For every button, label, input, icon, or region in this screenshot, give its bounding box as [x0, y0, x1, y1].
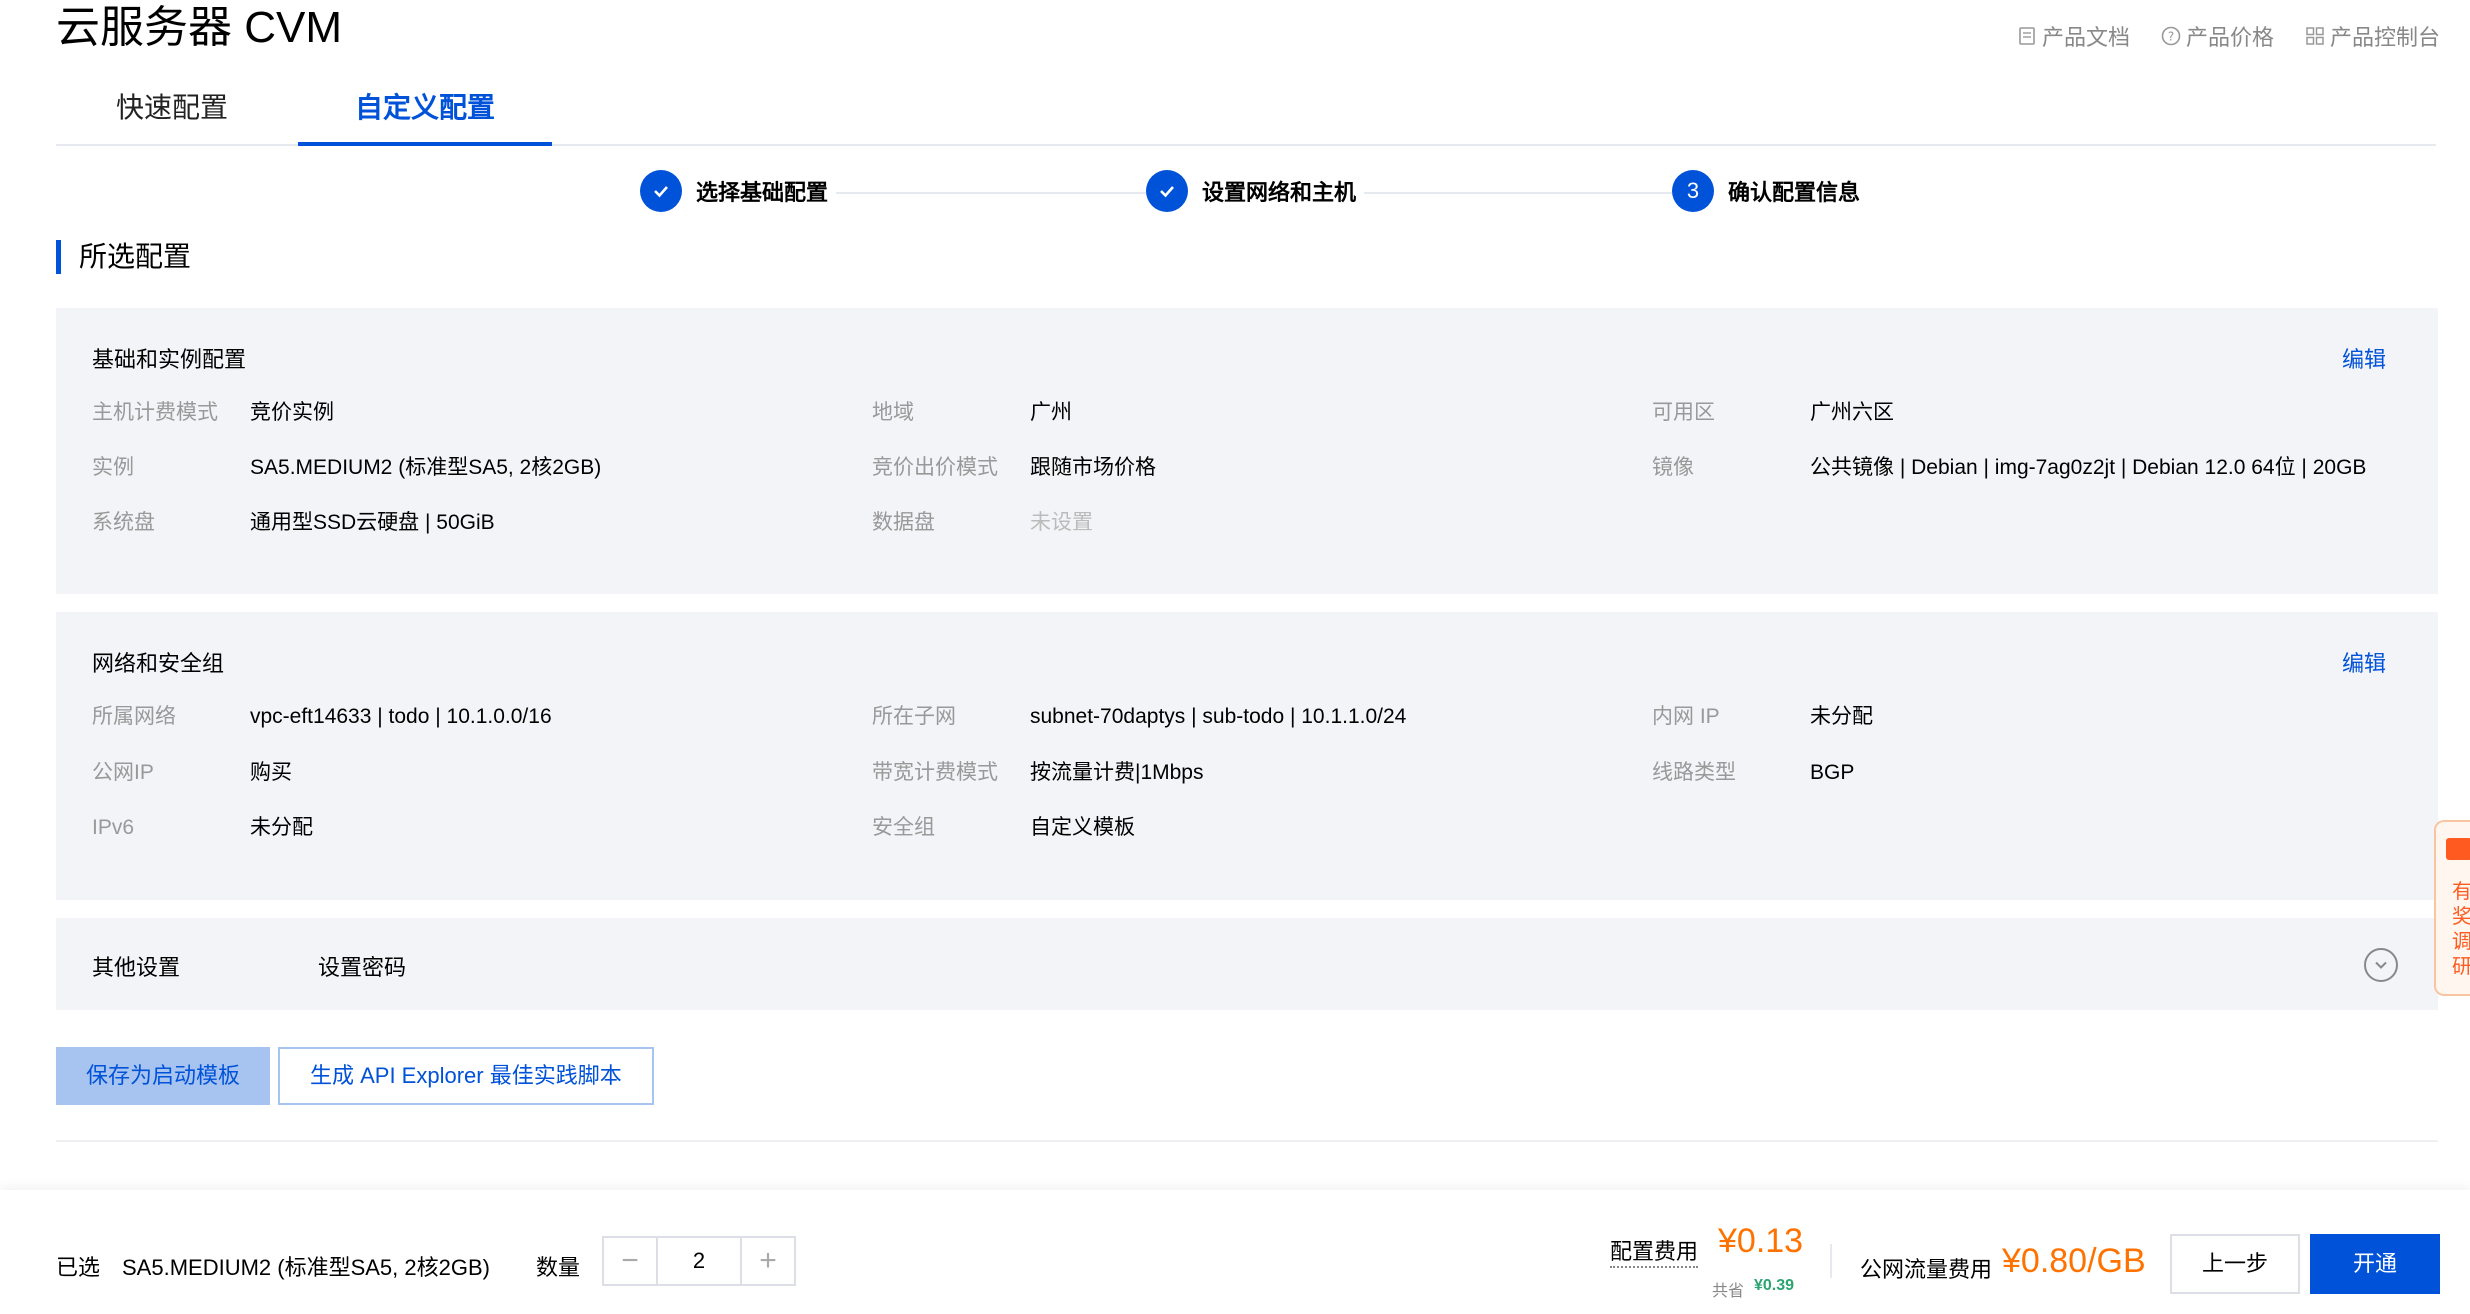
field-value: 竞价实例	[250, 401, 334, 424]
saving-value: ¥0.39	[1754, 1277, 1795, 1294]
pricing-link[interactable]: ? 产品价格	[2160, 20, 2274, 52]
api-explorer-button[interactable]: 生成 API Explorer 最佳实践脚本	[278, 1047, 654, 1105]
panel-title: 基础和实例配置	[92, 347, 247, 372]
price-separator	[1830, 1244, 1832, 1278]
config-row: 系统盘 通用型SSD云硬盘 | 50GiB 数据盘 未设置	[56, 506, 2438, 540]
field-value: 未分配	[250, 816, 313, 839]
traffic-fee-price: ¥0.80/GB	[2002, 1242, 2146, 1280]
quantity-label: 数量	[536, 1255, 581, 1280]
check-icon	[640, 170, 682, 212]
content-divider	[56, 1140, 2438, 1142]
config-row: IPv6 未分配 安全组 自定义模板	[56, 811, 2438, 845]
field-label: IPv6	[92, 816, 135, 839]
docs-link-label: 产品文档	[2041, 25, 2130, 50]
step-1: 选择基础配置	[640, 170, 837, 212]
field-value: subnet-70daptys | sub-todo | 10.1.1.0/24	[1030, 705, 1407, 728]
field-value: vpc-eft14633 | todo | 10.1.0.0/16	[250, 705, 552, 728]
panel-title: 网络和安全组	[92, 651, 225, 676]
config-tabs: 快速配置 自定义配置	[56, 80, 2436, 146]
tab-custom-config[interactable]: 自定义配置	[298, 80, 552, 146]
document-icon	[2019, 27, 2035, 45]
config-fee-label[interactable]: 配置费用	[1610, 1234, 1699, 1268]
field-value: SA5.MEDIUM2 (标准型SA5, 2核2GB)	[250, 456, 602, 479]
field-label: 竞价出价模式	[872, 456, 998, 479]
config-row: 主机计费模式 竞价实例 地域 广州 可用区 广州六区	[56, 396, 2438, 430]
plus-icon[interactable]: +	[742, 1238, 794, 1284]
field-value: 公共镜像 | Debian | img-7ag0z2jt | Debian 12…	[1810, 456, 2367, 479]
step-2-label: 设置网络和主机	[1202, 180, 1357, 205]
section-title: 所选配置	[56, 240, 191, 274]
selected-value: SA5.MEDIUM2 (标准型SA5, 2核2GB)	[122, 1255, 490, 1280]
field-value: 购买	[250, 761, 292, 784]
field-label: 公网IP	[92, 761, 154, 784]
edit-network-link[interactable]: 编辑	[2342, 646, 2386, 678]
prev-step-button[interactable]: 上一步	[2170, 1234, 2300, 1294]
network-security-panel: 网络和安全组 编辑 所属网络 vpc-eft14633 | todo | 10.…	[56, 612, 2438, 900]
field-label: 内网 IP	[1652, 705, 1720, 728]
quantity-input[interactable]: 2	[656, 1238, 742, 1284]
field-value: 通用型SSD云硬盘 | 50GiB	[250, 511, 495, 534]
other-settings-panel[interactable]: 其他设置 设置密码	[56, 918, 2438, 1010]
field-label: 数据盘	[872, 511, 935, 534]
field-value: 未分配	[1810, 705, 1873, 728]
step-3-label: 确认配置信息	[1728, 180, 1861, 205]
step-3: 3 确认配置信息	[1672, 170, 1869, 212]
check-icon	[1146, 170, 1188, 212]
saving-label: 共省	[1712, 1283, 1745, 1300]
field-label: 可用区	[1652, 401, 1715, 424]
field-label: 所属网络	[92, 705, 176, 728]
field-value: 跟随市场价格	[1030, 456, 1156, 479]
page-title: 云服务器 CVM	[56, 3, 342, 52]
header-links: 产品文档 ? 产品价格 产品控制台	[2016, 20, 2440, 52]
config-row: 所属网络 vpc-eft14633 | todo | 10.1.0.0/16 所…	[56, 700, 2438, 734]
field-value: 广州	[1030, 401, 1072, 424]
traffic-fee-label: 公网流量费用	[1860, 1257, 1993, 1282]
docs-link[interactable]: 产品文档	[2016, 20, 2130, 52]
chevron-down-icon[interactable]	[2364, 948, 2398, 982]
step-2: 设置网络和主机	[1146, 170, 1365, 212]
survey-side-text: 有奖调研	[2452, 881, 2470, 978]
field-label: 带宽计费模式	[872, 761, 998, 784]
console-link-label: 产品控制台	[2329, 25, 2440, 50]
field-value: 未设置	[1030, 511, 1093, 534]
config-row: 实例 SA5.MEDIUM2 (标准型SA5, 2核2GB) 竞价出价模式 跟随…	[56, 451, 2438, 485]
console-link[interactable]: 产品控制台	[2304, 20, 2440, 52]
save-template-button[interactable]: 保存为启动模板	[56, 1047, 271, 1105]
field-value: BGP	[1810, 761, 1855, 784]
field-label: 主机计费模式	[92, 401, 218, 424]
basic-config-panel: 基础和实例配置 编辑 主机计费模式 竞价实例 地域 广州 可用区 广州六区 实例…	[56, 308, 2438, 594]
step-1-label: 选择基础配置	[696, 180, 829, 205]
minus-icon[interactable]: −	[604, 1238, 656, 1284]
field-label: 所在子网	[872, 705, 956, 728]
field-label: 系统盘	[92, 511, 155, 534]
selected-label: 已选	[56, 1255, 101, 1280]
field-label: 安全组	[872, 816, 935, 839]
other-settings-title: 其他设置	[92, 955, 181, 980]
grid-icon	[2306, 27, 2324, 45]
question-circle-icon: ?	[2161, 26, 2181, 46]
field-label: 实例	[92, 456, 134, 479]
config-row: 公网IP 购买 带宽计费模式 按流量计费|1Mbps 线路类型 BGP	[56, 756, 2438, 790]
gift-icon	[2446, 838, 2470, 860]
field-label: 地域	[872, 401, 914, 424]
quantity-stepper[interactable]: − 2 +	[602, 1236, 796, 1286]
submit-button[interactable]: 开通	[2310, 1234, 2440, 1294]
tab-quick-config[interactable]: 快速配置	[56, 80, 288, 142]
field-value: 广州六区	[1810, 401, 1894, 424]
edit-basic-link[interactable]: 编辑	[2342, 342, 2386, 374]
field-value: 按流量计费|1Mbps	[1030, 761, 1204, 784]
field-value: 自定义模板	[1030, 816, 1135, 839]
survey-side-tab[interactable]: 有奖调研	[2434, 820, 2470, 996]
field-label: 镜像	[1652, 456, 1694, 479]
svg-text:?: ?	[2168, 30, 2174, 44]
pricing-link-label: 产品价格	[2185, 25, 2274, 50]
step-3-number: 3	[1672, 170, 1714, 212]
other-settings-value: 设置密码	[318, 955, 407, 980]
field-label: 线路类型	[1652, 761, 1736, 784]
config-fee-price: ¥0.13	[1718, 1222, 1804, 1260]
